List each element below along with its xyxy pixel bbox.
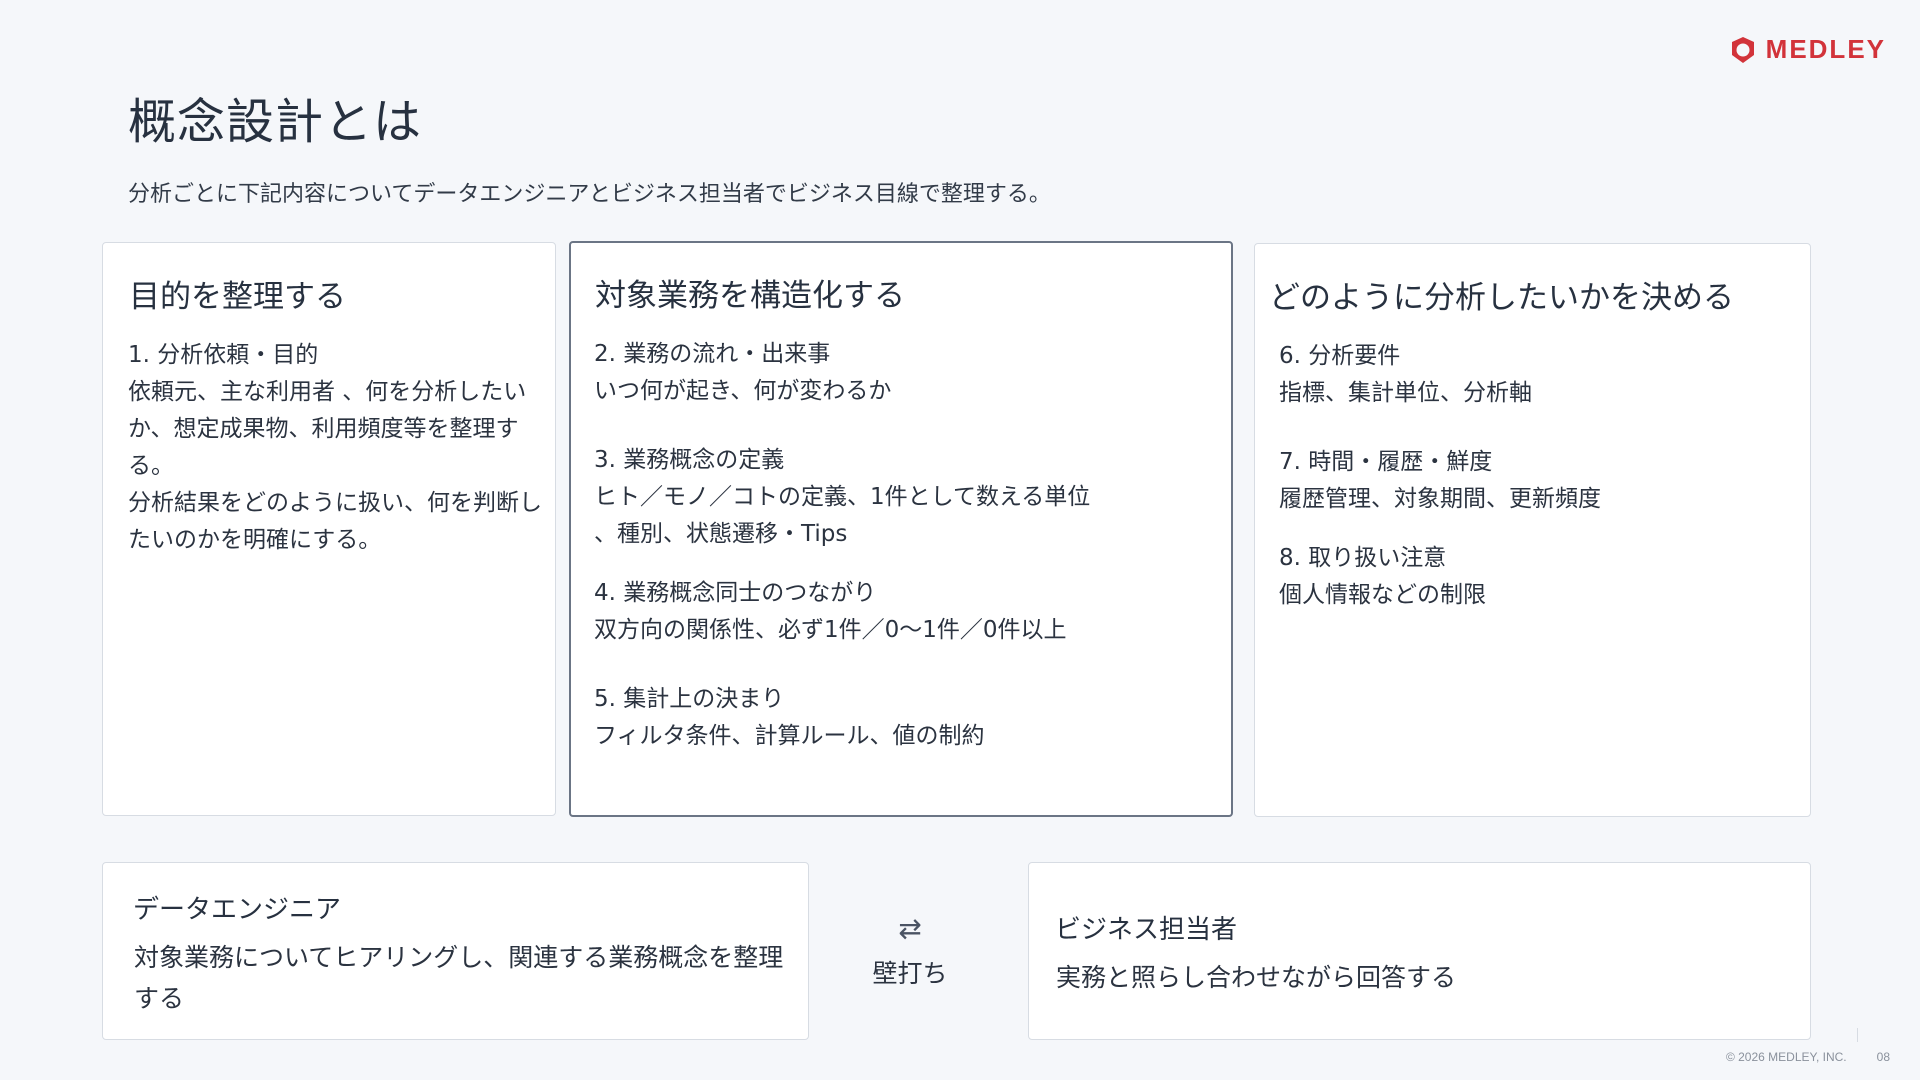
item-heading: 4. 業務概念同士のつながり <box>594 580 877 606</box>
purpose-card: 目的を整理する 1. 分析依頼・目的 依頼元、主な利用者 、何を分析したいか、想… <box>102 242 556 816</box>
item-text: 分析結果をどのように扱い、何を判断したいのかを明確にする。 <box>128 490 542 553</box>
list-item: 1. 分析依頼・目的 依頼元、主な利用者 、何を分析したいか、想定成果物、利用頻… <box>128 337 549 559</box>
item-text: 双方向の関係性、必ず1件／0〜1件／0件以上 <box>594 617 1067 643</box>
purpose-card-body: 1. 分析依頼・目的 依頼元、主な利用者 、何を分析したいか、想定成果物、利用頻… <box>128 337 549 591</box>
list-item: 2. 業務の流れ・出来事 いつ何が起き、何が変わるか <box>594 336 1225 410</box>
footer: © 2026 MEDLEY, INC. 08 <box>1726 1050 1890 1064</box>
engineer-card: データエンジニア 対象業務についてヒアリングし、関連する業務概念を整理する <box>102 862 809 1040</box>
list-item: 5. 集計上の決まり フィルタ条件、計算ルール、値の制約 <box>594 681 1225 755</box>
structure-card-title: 対象業務を構造化する <box>595 278 905 314</box>
page-number: 08 <box>1876 1050 1890 1064</box>
analysis-card: どのように分析したいかを決める 6. 分析要件 指標、集計単位、分析軸 7. 時… <box>1254 243 1811 817</box>
item-text: フィルタ条件、計算ルール、値の制約 <box>594 723 985 749</box>
business-description: 実務と照らし合わせながら回答する <box>1056 963 1457 992</box>
medley-logo-icon <box>1731 36 1754 63</box>
business-card: ビジネス担当者 実務と照らし合わせながら回答する <box>1028 862 1811 1040</box>
structure-card-body: 2. 業務の流れ・出来事 いつ何が起き、何が変わるか 3. 業務概念の定義 ヒト… <box>594 336 1225 787</box>
logo-text: MEDLEY <box>1765 34 1886 64</box>
business-title: ビジネス担当者 <box>1055 915 1238 945</box>
medley-logo: MEDLEY <box>1728 34 1886 65</box>
analysis-card-title: どのように分析したいかを決める <box>1269 280 1734 316</box>
list-item: 8. 取り扱い注意 個人情報などの制限 <box>1279 540 1804 614</box>
structure-card: 対象業務を構造化する 2. 業務の流れ・出来事 いつ何が起き、何が変わるか 3.… <box>569 241 1233 817</box>
purpose-card-title: 目的を整理する <box>129 279 346 315</box>
item-heading: 2. 業務の流れ・出来事 <box>594 341 831 367</box>
item-text: 個人情報などの制限 <box>1279 582 1486 608</box>
copyright-text: © 2026 MEDLEY, INC. <box>1725 1050 1847 1064</box>
exchange-arrows-icon: ⇄ <box>898 912 922 945</box>
item-text: 指標、集計単位、分析軸 <box>1279 380 1532 406</box>
item-heading: 8. 取り扱い注意 <box>1279 545 1447 571</box>
list-item: 6. 分析要件 指標、集計単位、分析軸 <box>1279 338 1804 412</box>
item-text: 、種別、状態遷移・Tips <box>594 521 848 547</box>
list-item: 3. 業務概念の定義 ヒト／モノ／コトの定義、1件として数える単位 、種別、状態… <box>594 442 1225 553</box>
page-title: 概念設計とは <box>128 94 423 150</box>
list-item: 7. 時間・履歴・鮮度 履歴管理、対象期間、更新頻度 <box>1279 444 1804 518</box>
item-text: ヒト／モノ／コトの定義、1件として数える単位 <box>594 484 1091 510</box>
list-item: 4. 業務概念同士のつながり 双方向の関係性、必ず1件／0〜1件／0件以上 <box>594 575 1225 649</box>
analysis-card-body: 6. 分析要件 指標、集計単位、分析軸 7. 時間・履歴・鮮度 履歴管理、対象期… <box>1279 338 1804 646</box>
engineer-title: データエンジニア <box>133 895 342 925</box>
item-text: 依頼元、主な利用者 、何を分析したいか、想定成果物、利用頻度等を整理する。 <box>128 379 527 479</box>
item-heading: 7. 時間・履歴・鮮度 <box>1279 449 1493 475</box>
item-heading: 3. 業務概念の定義 <box>594 447 785 473</box>
item-text: いつ何が起き、何が変わるか <box>594 378 892 404</box>
engineer-description: 対象業務についてヒアリングし、関連する業務概念を整理する <box>134 943 784 1013</box>
exchange-label: 壁打ち <box>872 959 948 988</box>
item-heading: 6. 分析要件 <box>1279 343 1401 369</box>
item-heading: 1. 分析依頼・目的 <box>128 342 319 368</box>
page-subtitle: 分析ごとに下記内容についてデータエンジニアとビジネス担当者でビジネス目線で整理す… <box>128 182 1051 207</box>
exchange-indicator: ⇄ 壁打ち <box>868 912 952 990</box>
item-heading: 5. 集計上の決まり <box>594 686 785 712</box>
footer-divider <box>1857 1028 1858 1042</box>
item-text: 履歴管理、対象期間、更新頻度 <box>1279 486 1601 512</box>
